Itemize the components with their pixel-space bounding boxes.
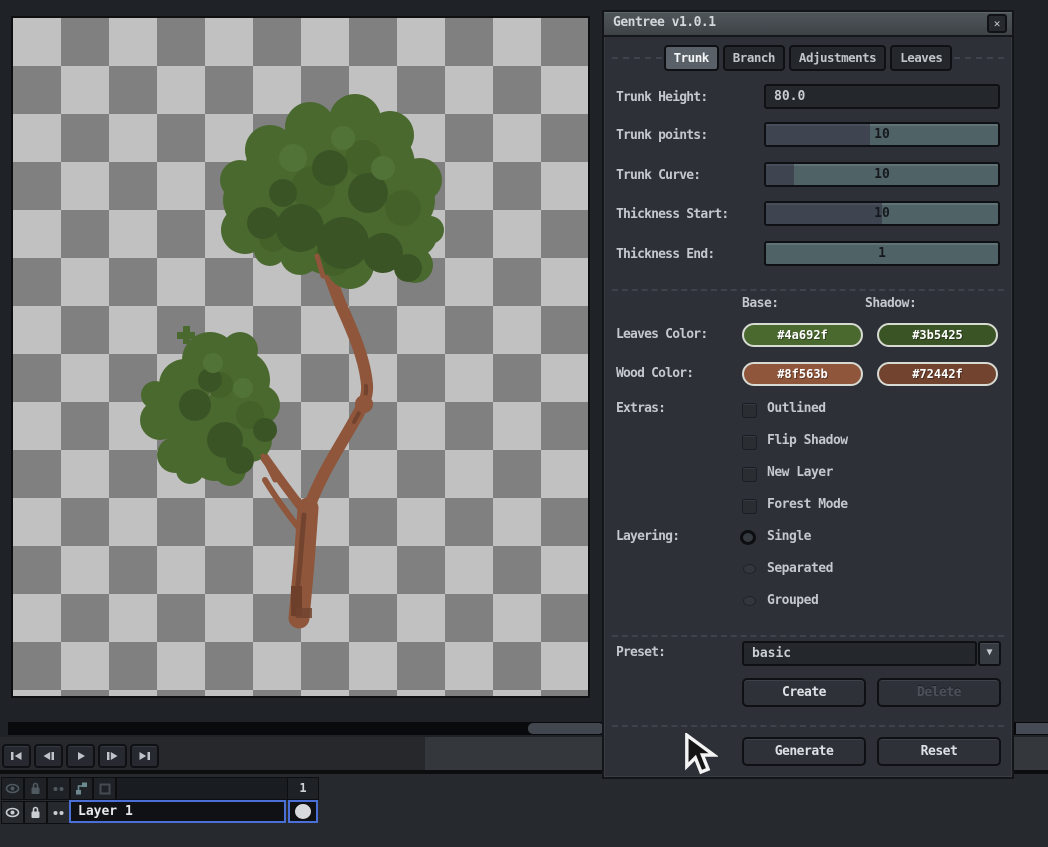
thickness-start-label: Thickness Start: — [616, 207, 728, 222]
layer-lock-toggle[interactable] — [24, 801, 47, 824]
tab-bar-dash-right — [954, 57, 1004, 59]
header-eye-cell[interactable] — [1, 777, 24, 800]
single-label: Single — [767, 529, 811, 544]
frame-number-cell[interactable]: 1 — [287, 777, 319, 800]
outlined-label: Outlined — [767, 401, 826, 416]
mouse-cursor — [684, 733, 718, 777]
separator — [612, 725, 1004, 727]
separator — [612, 635, 1004, 637]
flip-shadow-checkbox[interactable] — [742, 435, 757, 450]
new-layer-label: New Layer — [767, 465, 833, 480]
cel-thumbnail[interactable] — [288, 800, 318, 823]
close-icon[interactable]: ✕ — [987, 14, 1007, 33]
canvas-hscrollbar-thumb[interactable] — [528, 723, 604, 734]
reset-button[interactable]: Reset — [877, 737, 1001, 766]
tab-bar: Trunk Branch Adjustments Leaves — [612, 44, 1004, 71]
two-dots-icon — [52, 785, 65, 793]
square-outline-icon — [99, 783, 111, 795]
trunk-curve-slider[interactable]: 10 — [764, 162, 1000, 187]
timeline-header-filler — [116, 777, 288, 800]
leaves-base-color-button[interactable]: #4a692f — [742, 323, 863, 347]
thickness-end-slider[interactable]: 1 — [764, 241, 1000, 266]
forest-mode-label: Forest Mode — [767, 497, 848, 512]
trunk-height-input[interactable] — [764, 84, 1000, 109]
header-lock-cell[interactable] — [24, 777, 47, 800]
tab-trunk[interactable]: Trunk — [664, 45, 719, 71]
base-column-header: Base: — [742, 296, 779, 311]
first-frame-icon — [10, 750, 23, 762]
trunk-curve-label: Trunk Curve: — [616, 168, 700, 183]
playback-controls — [2, 744, 159, 768]
preset-label: Preset: — [616, 645, 665, 660]
trunk-height-label: Trunk Height: — [616, 90, 707, 105]
leaves-shadow-color-button[interactable]: #3b5425 — [877, 323, 998, 347]
layer-continuous-toggle[interactable] — [47, 801, 70, 824]
tab-branch[interactable]: Branch — [723, 45, 785, 71]
thickness-end-value: 1 — [766, 243, 998, 264]
trunk-points-label: Trunk points: — [616, 128, 707, 143]
forest-mode-checkbox[interactable] — [742, 499, 757, 514]
lock-icon — [30, 806, 41, 819]
layer-hierarchy-icon — [74, 781, 89, 796]
cel-content-dot — [295, 804, 311, 819]
flip-shadow-label: Flip Shadow — [767, 433, 848, 448]
dialog-titlebar[interactable]: Gentree v1.0.1 ✕ — [604, 12, 1012, 37]
grouped-radio[interactable] — [743, 596, 756, 606]
thickness-start-slider[interactable]: 10 — [764, 201, 1000, 226]
wood-shadow-color-button[interactable]: #72442f — [877, 362, 998, 386]
previous-frame-icon — [42, 750, 55, 762]
header-continuous-cell[interactable] — [47, 777, 70, 800]
layer-name[interactable]: Layer 1 — [69, 800, 286, 823]
dialog-title: Gentree v1.0.1 — [604, 12, 1012, 33]
next-frame-button[interactable] — [98, 744, 127, 768]
play-icon — [74, 750, 87, 762]
generate-button[interactable]: Generate — [742, 737, 866, 766]
tab-leaves[interactable]: Leaves — [890, 45, 952, 71]
header-layer-hierarchy-cell[interactable] — [70, 777, 93, 800]
wood-color-label: Wood Color: — [616, 366, 693, 381]
canvas-hscrollbar-thumb-right[interactable] — [1016, 723, 1048, 734]
next-frame-icon — [106, 750, 119, 762]
tab-bar-dash-left — [612, 57, 662, 59]
last-frame-button[interactable] — [130, 744, 159, 768]
play-button[interactable] — [66, 744, 95, 768]
header-cel-outline-cell[interactable] — [93, 777, 116, 800]
single-radio[interactable] — [740, 530, 756, 545]
thickness-end-label: Thickness End: — [616, 247, 714, 262]
previous-frame-button[interactable] — [34, 744, 63, 768]
last-frame-icon — [138, 750, 151, 762]
tab-adjustments[interactable]: Adjustments — [789, 45, 886, 71]
eye-icon — [5, 783, 20, 794]
gentree-dialog: Gentree v1.0.1 ✕ Trunk Branch Adjustment… — [602, 10, 1014, 779]
separated-label: Separated — [767, 561, 833, 576]
two-dots-icon — [52, 809, 65, 817]
chevron-down-icon[interactable]: ▼ — [978, 641, 1001, 666]
shadow-column-header: Shadow: — [865, 296, 916, 311]
grouped-label: Grouped — [767, 593, 818, 608]
outlined-checkbox[interactable] — [742, 403, 757, 418]
lock-icon — [30, 782, 41, 795]
separator — [612, 289, 1004, 291]
new-layer-checkbox[interactable] — [742, 467, 757, 482]
thickness-start-value: 10 — [766, 203, 998, 224]
trunk-points-slider[interactable]: 10 — [764, 122, 1000, 147]
eye-icon — [5, 807, 20, 818]
create-button[interactable]: Create — [742, 678, 866, 707]
wood-base-color-button[interactable]: #8f563b — [742, 362, 863, 386]
canvas-artwork-tree — [13, 18, 588, 696]
layer-visibility-toggle[interactable] — [1, 801, 24, 824]
first-frame-button[interactable] — [2, 744, 31, 768]
app-window: 1 Layer 1 Gentree v1.0.1 ✕ Trunk Branch — [0, 0, 1048, 847]
sprite-canvas[interactable] — [11, 16, 590, 698]
leaves-color-label: Leaves Color: — [616, 327, 707, 342]
separated-radio[interactable] — [743, 564, 756, 574]
layering-label: Layering: — [616, 529, 679, 544]
delete-button[interactable]: Delete — [877, 678, 1001, 707]
trunk-curve-value: 10 — [766, 164, 998, 185]
trunk-points-value: 10 — [766, 124, 998, 145]
extras-label: Extras: — [616, 401, 665, 416]
preset-dropdown[interactable]: basic — [742, 641, 977, 666]
